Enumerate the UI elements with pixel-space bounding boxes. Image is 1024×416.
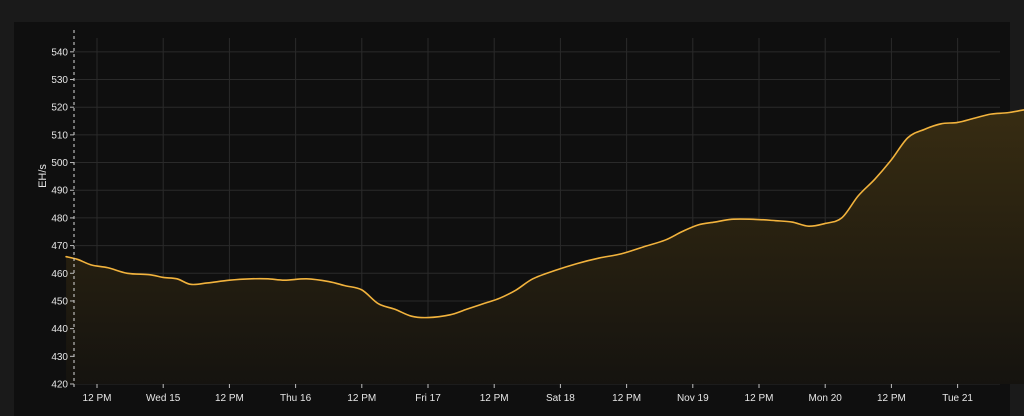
y-tick-label: 470 xyxy=(51,241,68,252)
y-tick-label: 530 xyxy=(51,75,68,86)
x-tick-label: 12 PM xyxy=(877,393,906,404)
y-tick-label: 500 xyxy=(51,158,68,169)
x-tick-label: 12 PM xyxy=(83,393,112,404)
y-axis-label: EH/s xyxy=(37,164,49,188)
y-tick-label: 480 xyxy=(51,213,68,224)
x-tick-label: Wed 15 xyxy=(146,393,181,404)
x-axis-ticks: 12 PM Wed 15 12 PM Thu 16 12 PM Fri 17 12 PM Sa… xyxy=(83,384,973,404)
x-tick-label: 12 PM xyxy=(480,393,509,404)
hashrate-area-fill xyxy=(66,109,1024,384)
y-tick-label: 450 xyxy=(51,296,68,307)
x-tick-label: Mon 20 xyxy=(809,393,843,404)
y-tick-label: 460 xyxy=(51,269,68,280)
y-tick-label: 540 xyxy=(51,47,68,58)
y-tick-label: 420 xyxy=(51,380,68,391)
x-tick-label: 12 PM xyxy=(745,393,774,404)
y-tick-label: 430 xyxy=(51,352,68,363)
x-tick-label: 12 PM xyxy=(215,393,244,404)
x-tick-label: Sat 18 xyxy=(546,393,575,404)
y-tick-label: 440 xyxy=(51,324,68,335)
y-tick-label: 520 xyxy=(51,103,68,114)
x-tick-label: 12 PM xyxy=(347,393,376,404)
x-tick-label: Tue 21 xyxy=(942,393,973,404)
y-tick-label: 490 xyxy=(51,186,68,197)
x-tick-label: Nov 19 xyxy=(677,393,709,404)
x-tick-label: 12 PM xyxy=(612,393,641,404)
page-frame: 420 430 440 450 460 470 480 490 500 510 520 530 540 … xyxy=(0,0,1024,416)
x-tick-label: Fri 17 xyxy=(415,393,441,404)
x-tick-label: Thu 16 xyxy=(280,393,312,404)
hashrate-area-chart: 420430440450460470480490500510520530540 … xyxy=(37,30,1024,404)
y-tick-label: 510 xyxy=(51,130,68,141)
